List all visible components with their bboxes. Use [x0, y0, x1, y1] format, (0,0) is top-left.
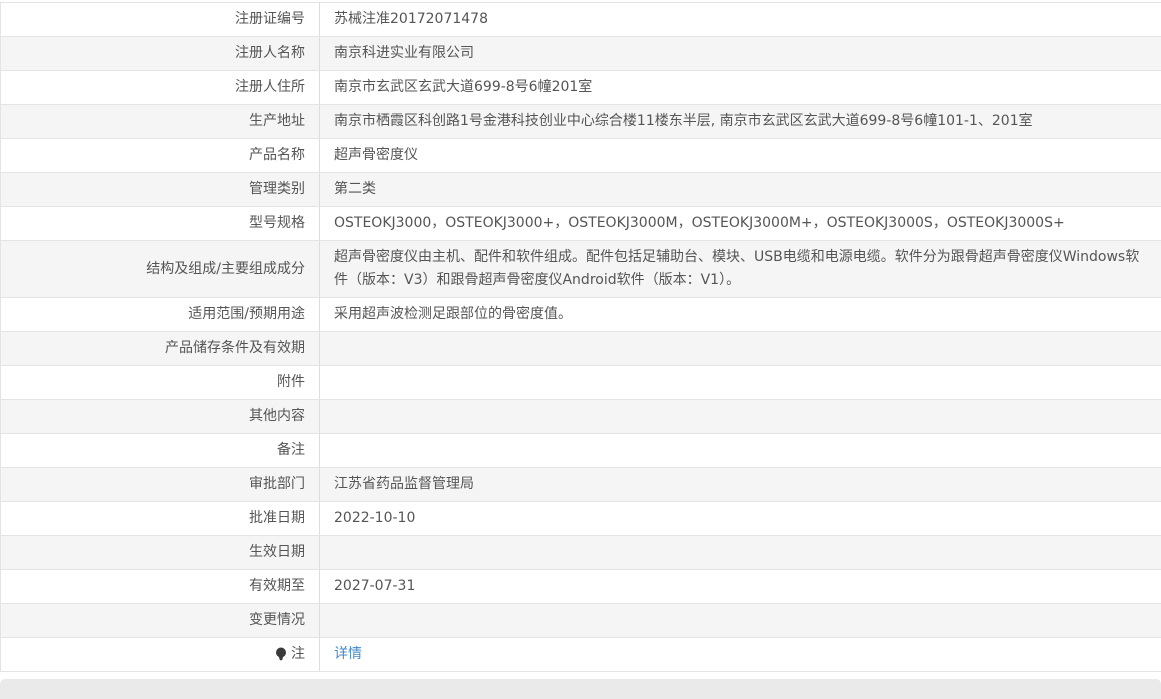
note-bulb-icon — [275, 647, 287, 662]
row-label-cell: 附件 — [1, 366, 319, 399]
row-value: 超声骨密度仪由主机、配件和软件组成。配件包括足辅助台、模块、USB电缆和电源电缆… — [334, 249, 1140, 288]
row-label-cell: 备注 — [1, 434, 319, 467]
row-value-cell: 2022-10-10 — [319, 502, 1161, 535]
row-value-cell: 第二类 — [319, 173, 1161, 206]
row-value-cell: 南京市栖霞区科创路1号金港科技创业中心综合楼11楼东半层, 南京市玄武区玄武大道… — [319, 105, 1161, 138]
row-label: 批准日期 — [249, 510, 305, 526]
row-label-cell: 有效期至 — [1, 570, 319, 603]
row-label-cell: 生产地址 — [1, 105, 319, 138]
row-value: 南京科进实业有限公司 — [334, 45, 474, 61]
row-value: OSTEOKJ3000，OSTEOKJ3000+，OSTEOKJ3000M，OS… — [334, 215, 1065, 231]
table-row: 注册人名称 南京科进实业有限公司 — [1, 37, 1161, 71]
row-label: 注册人名称 — [235, 45, 305, 61]
row-value-cell: 苏械注准20172071478 — [319, 3, 1161, 36]
row-label-cell: 结构及组成/主要组成成分 — [1, 241, 319, 297]
row-label: 产品名称 — [249, 147, 305, 163]
table-row: 注册证编号 苏械注准20172071478 — [1, 3, 1161, 37]
row-label: 变更情况 — [249, 612, 305, 628]
row-label: 注册人住所 — [235, 79, 305, 95]
row-value: 超声骨密度仪 — [334, 147, 418, 163]
table-row: 批准日期 2022-10-10 — [1, 502, 1161, 536]
row-value: 2027-07-31 — [334, 578, 416, 594]
row-label-cell: 注 — [1, 638, 319, 671]
row-label-cell: 注册人名称 — [1, 37, 319, 70]
row-label: 有效期至 — [249, 578, 305, 594]
table-row: 管理类别 第二类 — [1, 173, 1161, 207]
table-row: 适用范围/预期用途 采用超声波检测足跟部位的骨密度值。 — [1, 298, 1161, 332]
row-label-cell: 生效日期 — [1, 536, 319, 569]
table-row: 审批部门 江苏省药品监督管理局 — [1, 468, 1161, 502]
row-label-cell: 注册证编号 — [1, 3, 319, 36]
table-row: 其他内容 — [1, 400, 1161, 434]
row-value-cell: OSTEOKJ3000，OSTEOKJ3000+，OSTEOKJ3000M，OS… — [319, 207, 1161, 240]
row-value-cell: 超声骨密度仪由主机、配件和软件组成。配件包括足辅助台、模块、USB电缆和电源电缆… — [319, 241, 1161, 297]
row-label-cell: 适用范围/预期用途 — [1, 298, 319, 331]
row-value: 南京市玄武区玄武大道699-8号6幢201室 — [334, 79, 593, 95]
row-value-cell — [319, 434, 1161, 467]
row-value-cell — [319, 332, 1161, 365]
row-label: 附件 — [277, 374, 305, 390]
row-label-cell: 批准日期 — [1, 502, 319, 535]
row-label: 备注 — [277, 442, 305, 458]
row-value-cell: 超声骨密度仪 — [319, 139, 1161, 172]
row-value: 江苏省药品监督管理局 — [334, 476, 474, 492]
footer-bar — [0, 679, 1161, 699]
row-value-cell — [319, 604, 1161, 637]
table-row: 产品名称 超声骨密度仪 — [1, 139, 1161, 173]
row-label: 产品储存条件及有效期 — [165, 340, 305, 356]
row-value: 苏械注准20172071478 — [334, 11, 488, 27]
table-row: 注 详情 — [1, 638, 1161, 672]
row-value-cell — [319, 366, 1161, 399]
row-value-cell: 南京科进实业有限公司 — [319, 37, 1161, 70]
table-row: 产品储存条件及有效期 — [1, 332, 1161, 366]
row-label: 审批部门 — [249, 476, 305, 492]
table-row: 备注 — [1, 434, 1161, 468]
row-label: 注册证编号 — [235, 11, 305, 27]
table-row: 有效期至 2027-07-31 — [1, 570, 1161, 604]
row-label-cell: 产品储存条件及有效期 — [1, 332, 319, 365]
table-row: 结构及组成/主要组成成分 超声骨密度仪由主机、配件和软件组成。配件包括足辅助台、… — [1, 241, 1161, 298]
row-label: 适用范围/预期用途 — [188, 306, 305, 322]
row-label-cell: 型号规格 — [1, 207, 319, 240]
table-row: 变更情况 — [1, 604, 1161, 638]
row-value: 2022-10-10 — [334, 510, 416, 526]
row-label: 生产地址 — [249, 113, 305, 129]
table-row: 注册人住所 南京市玄武区玄武大道699-8号6幢201室 — [1, 71, 1161, 105]
row-value: 南京市栖霞区科创路1号金港科技创业中心综合楼11楼东半层, 南京市玄武区玄武大道… — [334, 113, 1033, 129]
row-value-cell: 2027-07-31 — [319, 570, 1161, 603]
row-label-cell: 其他内容 — [1, 400, 319, 433]
table-row: 生效日期 — [1, 536, 1161, 570]
row-value: 采用超声波检测足跟部位的骨密度值。 — [334, 306, 572, 322]
table-row: 附件 — [1, 366, 1161, 400]
row-value-cell: 采用超声波检测足跟部位的骨密度值。 — [319, 298, 1161, 331]
row-value-cell: 南京市玄武区玄武大道699-8号6幢201室 — [319, 71, 1161, 104]
registration-detail-table: 注册证编号 苏械注准20172071478 注册人名称 南京科进实业有限公司 注… — [0, 2, 1161, 672]
row-label: 管理类别 — [249, 181, 305, 197]
row-label-cell: 管理类别 — [1, 173, 319, 206]
row-label: 其他内容 — [249, 408, 305, 424]
row-label-cell: 产品名称 — [1, 139, 319, 172]
table-row: 生产地址 南京市栖霞区科创路1号金港科技创业中心综合楼11楼东半层, 南京市玄武… — [1, 105, 1161, 139]
row-label-cell: 审批部门 — [1, 468, 319, 501]
row-value-cell — [319, 400, 1161, 433]
table-row: 型号规格 OSTEOKJ3000，OSTEOKJ3000+，OSTEOKJ300… — [1, 207, 1161, 241]
detail-link[interactable]: 详情 — [334, 643, 362, 666]
row-value: 第二类 — [334, 181, 376, 197]
row-value-cell: 详情 — [319, 638, 1161, 671]
row-label: 型号规格 — [249, 215, 305, 231]
row-value-cell — [319, 536, 1161, 569]
row-value-cell: 江苏省药品监督管理局 — [319, 468, 1161, 501]
row-label: 结构及组成/主要组成成分 — [146, 260, 305, 277]
row-label: 生效日期 — [249, 544, 305, 560]
row-label-cell: 注册人住所 — [1, 71, 319, 104]
row-label: 注 — [291, 646, 305, 662]
row-label-cell: 变更情况 — [1, 604, 319, 637]
